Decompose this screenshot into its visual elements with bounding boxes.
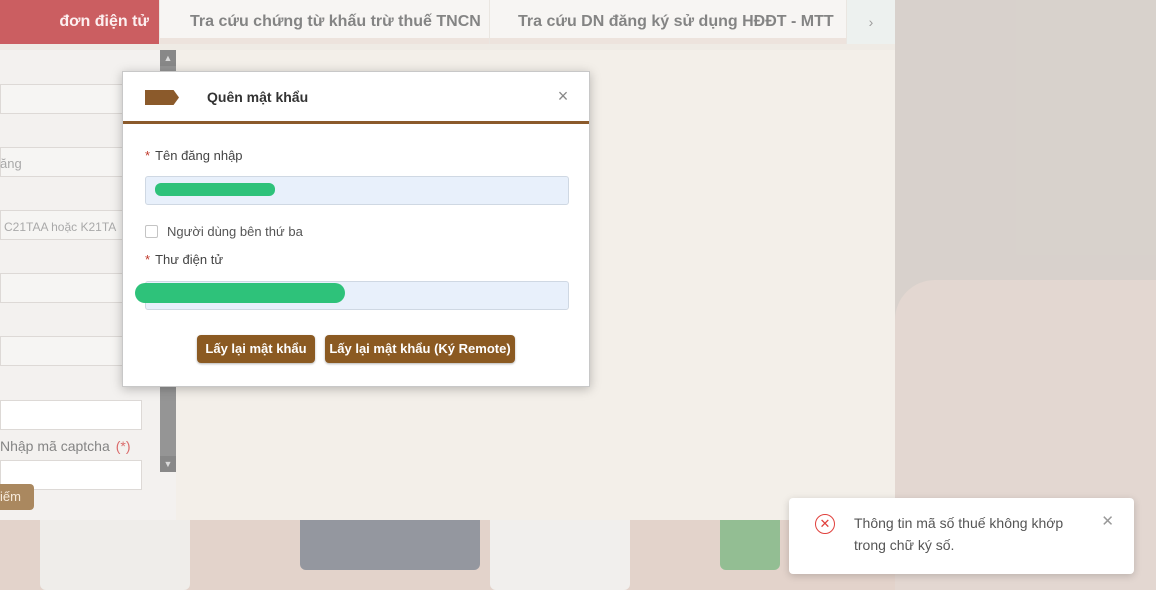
email-label: * Thư điện tử — [145, 252, 224, 267]
username-label: * Tên đăng nhập — [145, 148, 243, 163]
toast-message: Thông tin mã số thuế không khớp trong ch… — [854, 515, 1064, 553]
recover-password-remote-button[interactable]: Lấy lại mật khẩu (Ký Remote) — [325, 335, 515, 363]
third-party-user-option[interactable]: Người dùng bên thứ ba — [145, 224, 303, 239]
redaction-mark — [155, 183, 275, 196]
redaction-mark — [135, 283, 345, 303]
dialog-header: Quên mật khẩu × — [123, 72, 589, 124]
third-party-checkbox[interactable] — [145, 225, 158, 238]
dialog-title: Quên mật khẩu — [207, 89, 309, 105]
close-icon[interactable]: × — [555, 87, 571, 105]
recover-password-button[interactable]: Lấy lại mật khẩu — [197, 335, 315, 363]
error-toast: ✕ Thông tin mã số thuế không khớp trong … — [789, 498, 1134, 574]
ribbon-icon — [145, 90, 179, 105]
forgot-password-dialog: Quên mật khẩu × * Tên đăng nhập Người dùn… — [122, 71, 590, 387]
close-icon[interactable]: ✕ — [1101, 512, 1114, 530]
error-circle-icon: ✕ — [815, 514, 835, 534]
third-party-label: Người dùng bên thứ ba — [167, 224, 303, 239]
